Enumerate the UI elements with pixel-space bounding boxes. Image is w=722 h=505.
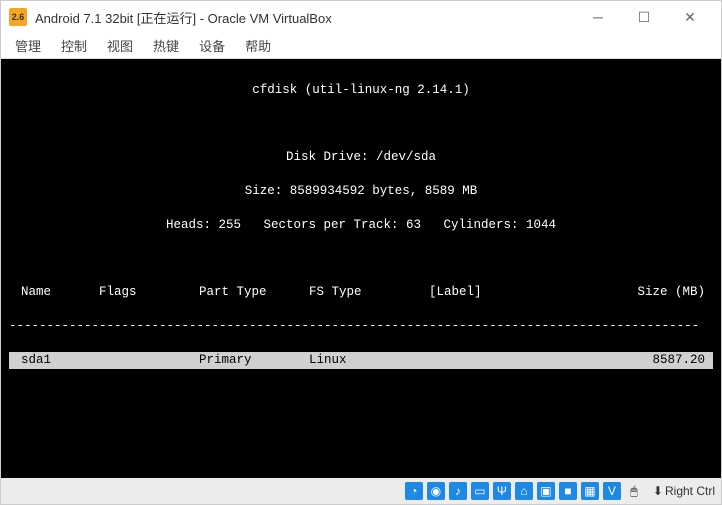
mouse-integration-icon[interactable]: 🖱	[625, 482, 643, 500]
virtualbox-icon: 2.6	[9, 8, 27, 26]
menu-help[interactable]: 帮助	[235, 34, 281, 57]
part-size: 8587.20	[554, 352, 713, 369]
hdd-icon[interactable]: ◔	[405, 482, 423, 500]
menu-view[interactable]: 视图	[97, 34, 143, 57]
hdr-flags: Flags	[99, 284, 199, 301]
window-title: Android 7.1 32bit [正在运行] - Oracle VM Vir…	[35, 8, 575, 27]
hdr-label: [Label]	[429, 284, 554, 301]
part-fstype: Linux	[309, 352, 429, 369]
partition-row-sda1[interactable]: sda1 PrimaryLinux 8587.20	[9, 352, 713, 369]
shared-folders-icon[interactable]: ⌂	[515, 482, 533, 500]
blank	[9, 116, 713, 133]
menu-devices[interactable]: 设备	[189, 34, 235, 57]
maximize-button[interactable]: ☐	[621, 2, 667, 32]
menubar: 管理 控制 视图 热键 设备 帮助	[1, 33, 721, 59]
guest-terminal[interactable]: cfdisk (util-linux-ng 2.14.1) Disk Drive…	[1, 59, 721, 478]
down-arrow-icon: ⬇	[653, 484, 663, 498]
disk-drive-line: Disk Drive: /dev/sda	[9, 149, 713, 166]
menu-hotkey[interactable]: 热键	[143, 34, 189, 57]
recording-icon[interactable]: ■	[559, 482, 577, 500]
hdr-fstype: FS Type	[309, 284, 429, 301]
vm-statusbar: ◔ ◉ ♪ ▭ Ψ ⌂ ▣ ■ ▦ V 🖱 ⬇ Right Ctrl	[1, 478, 721, 504]
blank	[9, 419, 713, 436]
vbox-icon[interactable]: V	[603, 482, 621, 500]
close-button[interactable]: ✕	[667, 2, 713, 32]
usb-icon[interactable]: Ψ	[493, 482, 511, 500]
column-headers: NameFlagsPart TypeFS Type[Label]Size (MB…	[9, 284, 713, 301]
blank	[9, 453, 713, 470]
network-icon[interactable]: ▭	[471, 482, 489, 500]
cpu-icon[interactable]: ▦	[581, 482, 599, 500]
menu-control[interactable]: 控制	[51, 34, 97, 57]
host-key-indicator[interactable]: ⬇ Right Ctrl	[653, 484, 715, 498]
optical-icon[interactable]: ◉	[427, 482, 445, 500]
hdr-size: Size (MB)	[554, 284, 713, 301]
part-name: sda1	[9, 352, 99, 369]
titlebar: 2.6 Android 7.1 32bit [正在运行] - Oracle VM…	[1, 1, 721, 33]
menu-manage[interactable]: 管理	[5, 34, 51, 57]
size-line: Size: 8589934592 bytes, 8589 MB	[9, 183, 713, 200]
part-label	[429, 352, 554, 369]
geometry-line: Heads: 255 Sectors per Track: 63 Cylinde…	[9, 217, 713, 234]
part-ptype: Primary	[199, 352, 309, 369]
blank	[9, 251, 713, 268]
blank	[9, 386, 713, 403]
audio-icon[interactable]: ♪	[449, 482, 467, 500]
vm-window: 2.6 Android 7.1 32bit [正在运行] - Oracle VM…	[0, 0, 722, 505]
indicator-tray: ◔ ◉ ♪ ▭ Ψ ⌂ ▣ ■ ▦ V 🖱 ⬇ Right Ctrl	[405, 482, 715, 500]
minimize-button[interactable]: ─	[575, 2, 621, 32]
hdr-name: Name	[9, 284, 99, 301]
hdr-parttype: Part Type	[199, 284, 309, 301]
display-icon[interactable]: ▣	[537, 482, 555, 500]
host-key-label: Right Ctrl	[665, 484, 715, 498]
header-rule: ----------------------------------------…	[9, 318, 713, 335]
part-flags	[99, 352, 199, 369]
cfdisk-program-line: cfdisk (util-linux-ng 2.14.1)	[9, 82, 713, 99]
